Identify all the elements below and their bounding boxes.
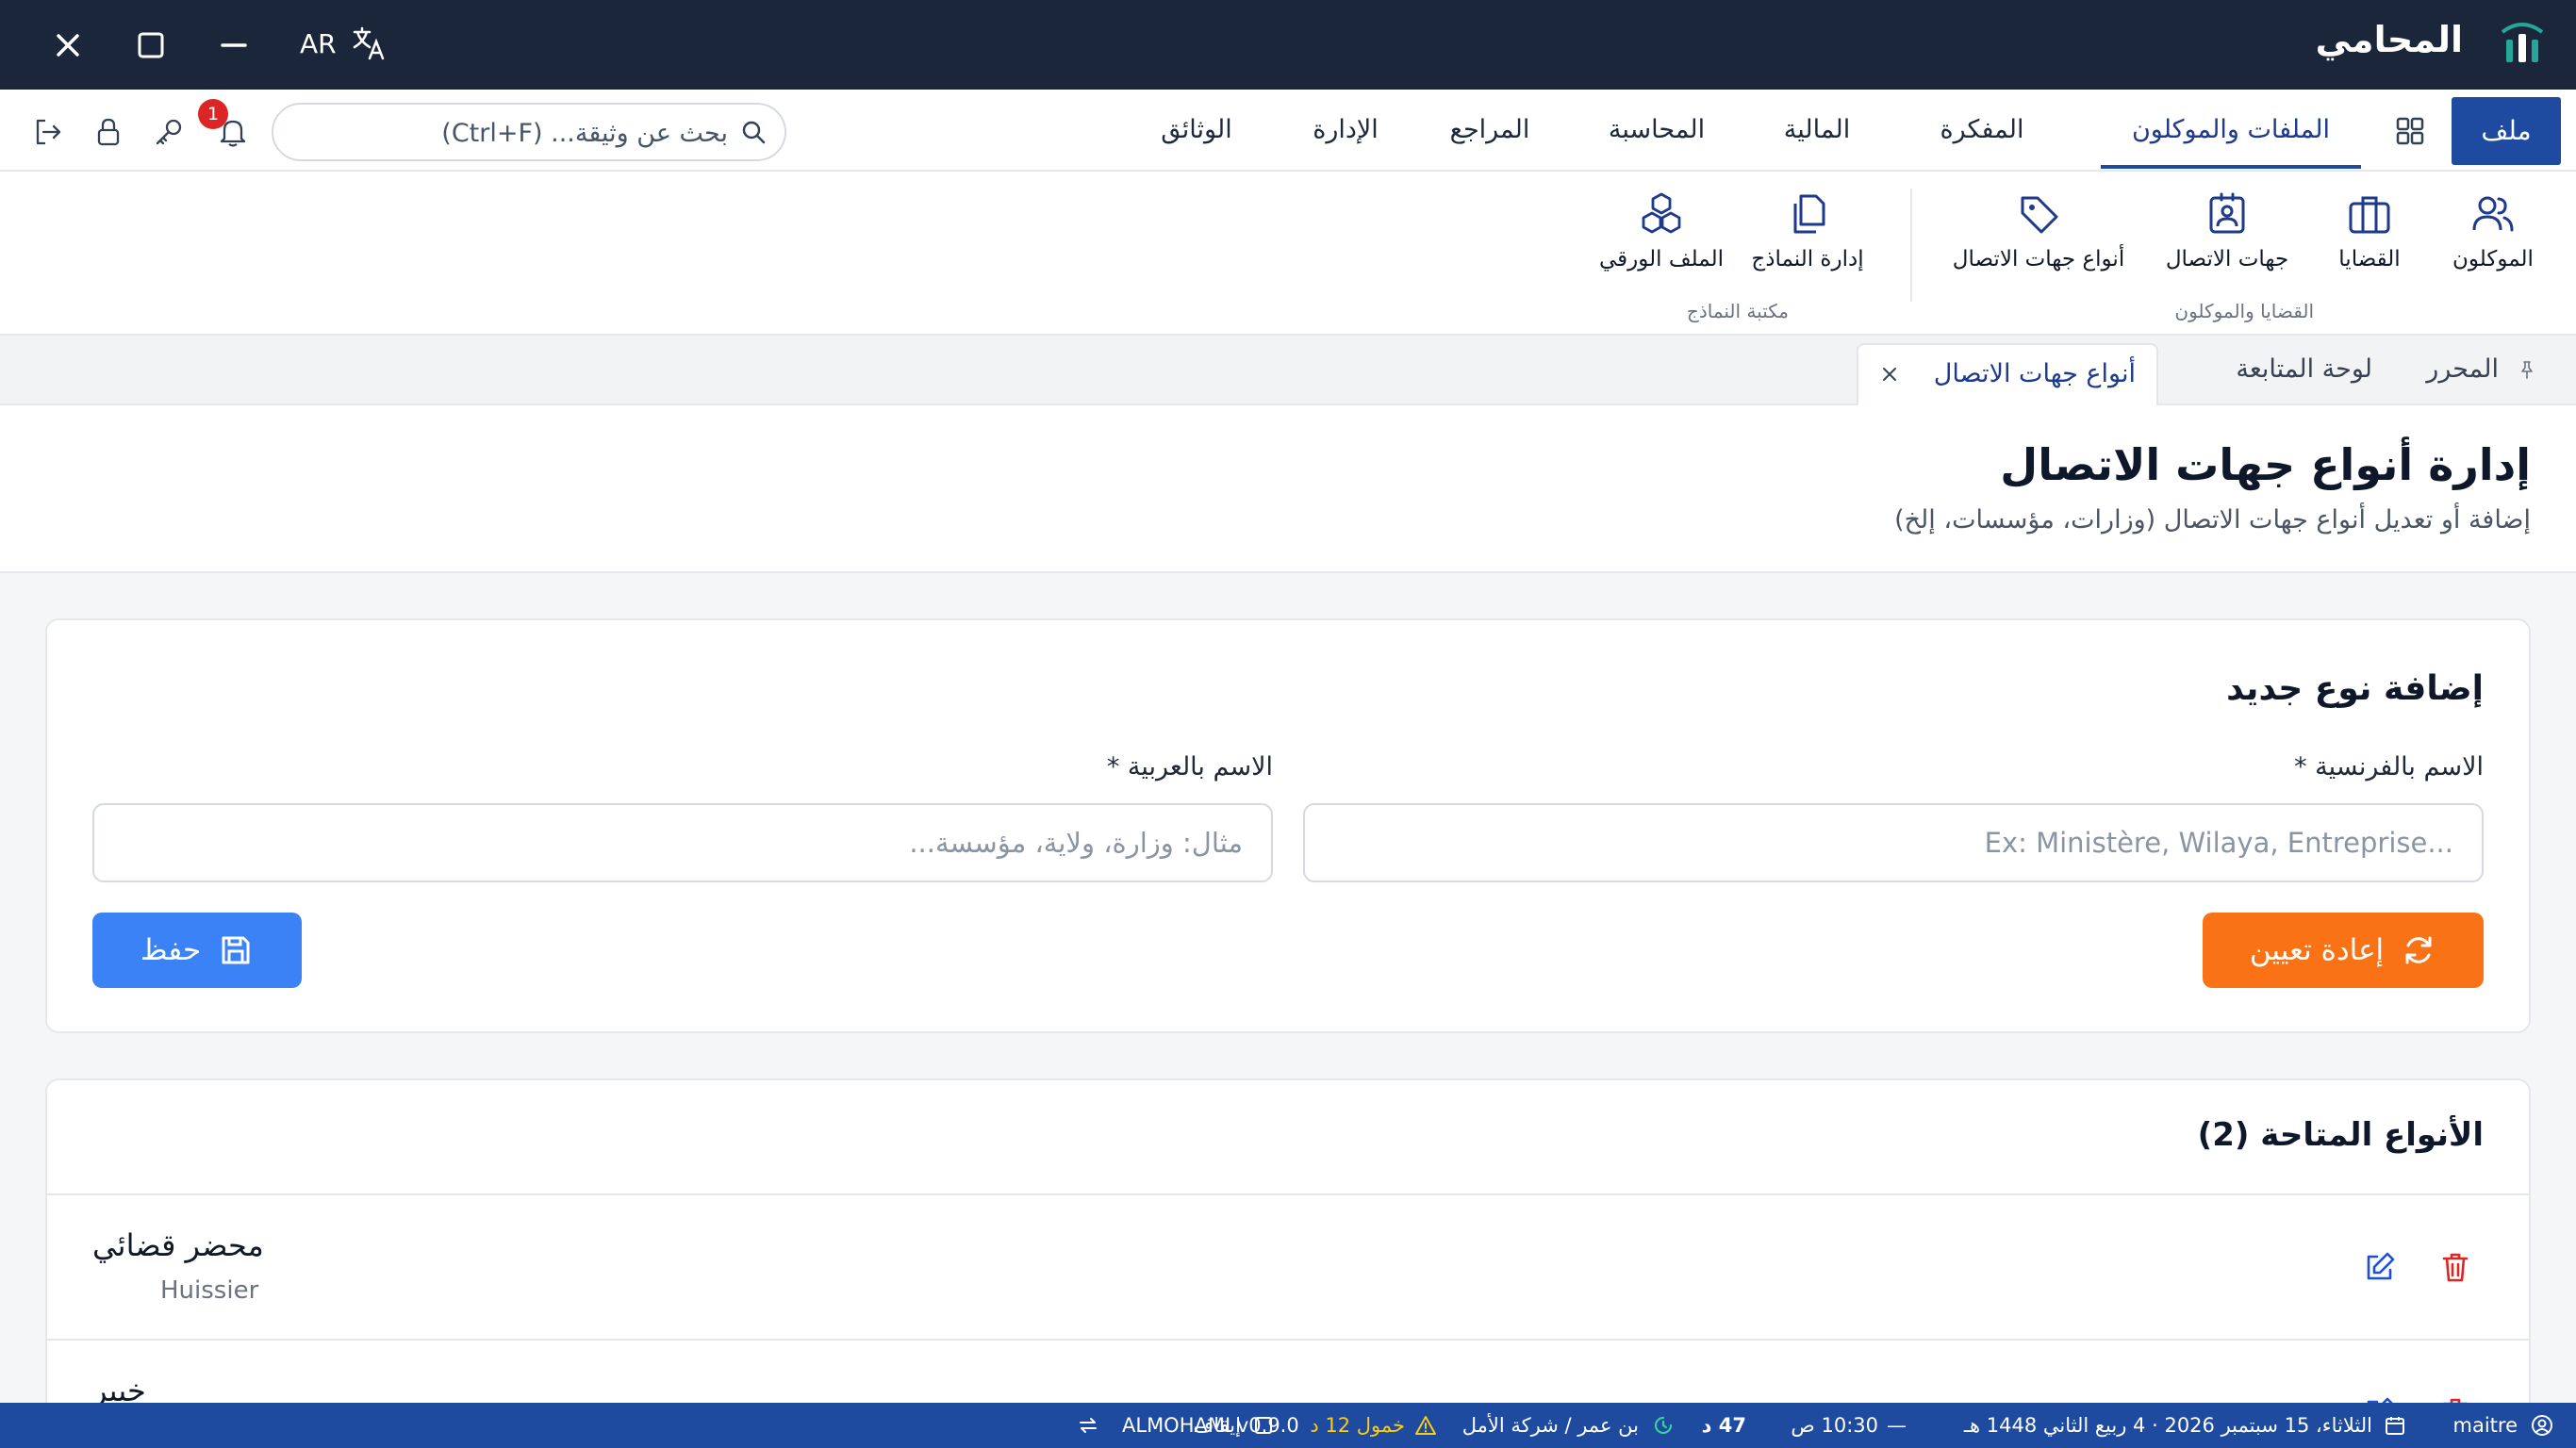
menu-finance[interactable]: المالية bbox=[1756, 90, 1878, 170]
search-icon bbox=[742, 121, 766, 144]
search-input[interactable] bbox=[294, 112, 728, 154]
users-icon bbox=[2472, 196, 2514, 232]
menu-files-clients[interactable]: الملفات والموكلون bbox=[2101, 90, 2361, 170]
arabic-name-label: الاسم بالعربية * bbox=[1106, 752, 1273, 782]
list-item: محضر قضائي Huissier bbox=[47, 1195, 2529, 1341]
save-label: حفظ bbox=[140, 933, 202, 967]
ribbon-group-templates-label: مكتبة النماذج bbox=[1686, 300, 1789, 322]
warning-icon bbox=[1415, 1416, 1436, 1435]
close-window-icon[interactable] bbox=[45, 23, 91, 68]
ribbon-contact-types-button[interactable]: أنواع جهات الاتصال bbox=[1944, 190, 2133, 304]
key-icon[interactable] bbox=[153, 116, 185, 148]
lock-icon[interactable] bbox=[92, 116, 124, 148]
status-office: بن عمر / شركة الأمل bbox=[1461, 1414, 1639, 1437]
pin-icon[interactable] bbox=[2518, 360, 2536, 379]
types-list-header: الأنواع المتاحة (2) bbox=[47, 1080, 2529, 1195]
title-bar: المحامي AR bbox=[0, 0, 2576, 90]
tab-contact-types[interactable]: أنواع جهات الاتصال bbox=[1857, 343, 2158, 405]
calendar-icon bbox=[2386, 1417, 2404, 1435]
ribbon-cases-button[interactable]: القضايا bbox=[2327, 190, 2412, 304]
status-time: 10:30 ص bbox=[1791, 1414, 1878, 1437]
ribbon-group-cases-label: القضايا والموكلون bbox=[2174, 300, 2314, 322]
ribbon-clients-button[interactable]: الموكلون bbox=[2446, 190, 2540, 304]
sync-icon[interactable] bbox=[1077, 1414, 1099, 1437]
notification-badge: 1 bbox=[198, 99, 228, 129]
tab-dashboard[interactable]: لوحة المتابعة bbox=[2236, 336, 2372, 403]
ribbon-paper-file-label: الملف الورقي bbox=[1599, 247, 1724, 272]
menu-references[interactable]: المراجع bbox=[1424, 90, 1556, 170]
status-version: ALMOHAMI v0.9.0 bbox=[1122, 1414, 1299, 1437]
types-list-title: الأنواع المتاحة (2) bbox=[2197, 1116, 2484, 1154]
tab-bar: المحرر لوحة المتابعة أنواع جهات الاتصال bbox=[0, 336, 2576, 405]
type-french-name: Huissier bbox=[160, 1276, 259, 1305]
add-type-title: إضافة نوع جديد bbox=[2226, 669, 2484, 708]
menu-bar: ملف الملفات والموكلون المفكرة المالية ال… bbox=[0, 90, 2576, 172]
app-logo-icon bbox=[2501, 23, 2544, 62]
ribbon: الموكلون القضايا جهات الاتصال أنواع جهات… bbox=[0, 172, 2576, 336]
ribbon-templates-label: إدارة النماذج bbox=[1751, 247, 1864, 272]
copy-icon bbox=[1793, 194, 1825, 234]
reset-label: إعادة تعيين bbox=[2249, 933, 2385, 967]
contact-card-icon bbox=[2209, 192, 2245, 234]
ribbon-clients-label: الموكلون bbox=[2452, 247, 2534, 272]
ribbon-templates-button[interactable]: إدارة النماذج bbox=[1746, 190, 1869, 304]
tag-icon bbox=[2021, 196, 2058, 234]
menu-accounting[interactable]: المحاسبة bbox=[1577, 90, 1737, 170]
trash-icon[interactable] bbox=[2438, 1250, 2472, 1284]
maximize-window-icon[interactable] bbox=[128, 23, 173, 68]
menu-agenda[interactable]: المفكرة bbox=[1911, 90, 2053, 170]
timer-icon bbox=[1654, 1416, 1673, 1435]
page-title: إدارة أنواع جهات الاتصال bbox=[2000, 439, 2531, 490]
ribbon-contacts-button[interactable]: جهات الاتصال bbox=[2161, 190, 2293, 304]
tab-close-icon[interactable] bbox=[1879, 364, 1900, 385]
status-separator: — bbox=[1887, 1414, 1907, 1437]
french-name-input[interactable] bbox=[1303, 803, 2484, 882]
types-list-card: الأنواع المتاحة (2) محضر قضائي Huissier … bbox=[45, 1078, 2531, 1448]
ribbon-cases-label: القضايا bbox=[2338, 247, 2401, 272]
user-circle-icon bbox=[2532, 1415, 2552, 1436]
ribbon-paper-file-button[interactable]: الملف الورقي bbox=[1595, 190, 1727, 304]
arabic-name-input[interactable] bbox=[92, 803, 1273, 882]
ribbon-contacts-label: جهات الاتصال bbox=[2165, 247, 2289, 272]
add-type-card: إضافة نوع جديد الاسم بالفرنسية * الاسم ب… bbox=[45, 618, 2531, 1033]
logout-icon[interactable] bbox=[32, 116, 64, 148]
menu-file[interactable]: ملف bbox=[2452, 97, 2561, 165]
tab-editor[interactable]: المحرر bbox=[2426, 336, 2499, 403]
french-name-label: الاسم بالفرنسية * bbox=[2294, 752, 2484, 782]
reset-button[interactable]: إعادة تعيين bbox=[2203, 913, 2484, 988]
edit-icon[interactable] bbox=[2363, 1250, 2397, 1284]
translate-icon[interactable] bbox=[351, 25, 388, 62]
save-icon bbox=[222, 936, 250, 964]
briefcase-icon bbox=[2349, 196, 2390, 234]
status-bar: maitre الثلاثاء، 15 سبتمبر 2026 · 4 ربيع… bbox=[0, 1403, 2576, 1448]
status-date: الثلاثاء، 15 سبتمبر 2026 · 4 ربيع الثاني… bbox=[1963, 1414, 2372, 1437]
status-idle-warning: خمول 12 د bbox=[1310, 1414, 1405, 1437]
language-label[interactable]: AR bbox=[300, 28, 337, 59]
page-subtitle: إضافة أو تعديل أنواع جهات الاتصال (وزارا… bbox=[1894, 505, 2531, 535]
boxes-icon bbox=[1642, 192, 1681, 234]
menu-administration[interactable]: الإدارة bbox=[1280, 90, 1412, 170]
search-box[interactable] bbox=[272, 103, 786, 161]
tab-contact-types-label: أنواع جهات الاتصال bbox=[1933, 359, 2136, 388]
ribbon-contact-types-label: أنواع جهات الاتصال bbox=[1952, 247, 2125, 272]
type-arabic-name: محضر قضائي bbox=[92, 1227, 264, 1263]
minimize-window-icon[interactable] bbox=[211, 23, 256, 68]
page-header: إدارة أنواع جهات الاتصال إضافة أو تعديل … bbox=[0, 405, 2576, 573]
status-timer: 47 د bbox=[1701, 1414, 1746, 1437]
menu-documents[interactable]: الوثائق bbox=[1126, 90, 1267, 170]
grid-icon[interactable] bbox=[2395, 116, 2425, 146]
menu-active-underline bbox=[2101, 165, 2361, 169]
refresh-icon bbox=[2405, 936, 2432, 964]
ribbon-divider bbox=[1910, 189, 1912, 302]
app-title: المحامي bbox=[2315, 19, 2463, 60]
status-user: maitre bbox=[2452, 1414, 2518, 1437]
save-button[interactable]: حفظ bbox=[92, 913, 302, 988]
